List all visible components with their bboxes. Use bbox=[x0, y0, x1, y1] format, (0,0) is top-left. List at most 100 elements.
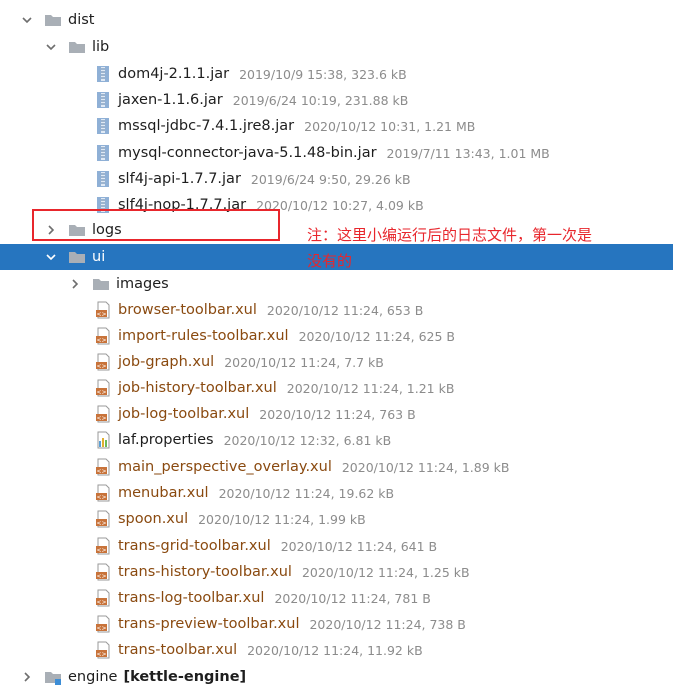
file-meta: 2019/10/9 15:38, 323.6 kB bbox=[239, 66, 407, 82]
tree-item-label: ui bbox=[92, 249, 106, 265]
file-meta: 2020/10/12 10:31, 1.21 MB bbox=[304, 118, 476, 134]
folder-icon bbox=[92, 275, 110, 293]
svg-text:<>: <> bbox=[96, 494, 106, 501]
file-meta: 2020/10/12 11:24, 653 B bbox=[266, 302, 424, 318]
tree-row-images[interactable]: images bbox=[0, 271, 673, 297]
tree-row-job-history-toolbar-xul[interactable]: <> job-history-toolbar.xul 2020/10/12 11:2… bbox=[0, 375, 673, 401]
svg-text:<>: <> bbox=[96, 520, 106, 527]
xul-icon: <> bbox=[94, 615, 112, 633]
chevron-down-icon[interactable] bbox=[20, 13, 34, 27]
chevron-down-icon[interactable] bbox=[44, 250, 58, 264]
tree-item-label: lib bbox=[92, 39, 110, 55]
svg-text:<>: <> bbox=[96, 311, 106, 318]
xul-icon: <> bbox=[94, 379, 112, 397]
svg-text:<>: <> bbox=[96, 415, 106, 422]
tree-row-menubar-xul[interactable]: <> menubar.xul 2020/10/12 11:24, 19.62 kB bbox=[0, 480, 673, 506]
xul-icon: <> bbox=[94, 563, 112, 581]
file-meta: 2020/10/12 11:24, 781 B bbox=[274, 590, 431, 606]
tree-row-mysql-connector-java-5-1-48-bin-jar[interactable]: mysql-connector-java-5.1.48-bin.jar 2019/… bbox=[0, 140, 673, 166]
tree-item-label: spoon.xul bbox=[118, 511, 189, 527]
xul-icon: <> bbox=[94, 641, 112, 659]
tree-row-engine[interactable]: engine [kettle-engine] bbox=[0, 664, 673, 690]
file-meta: 2019/6/24 10:19, 231.88 kB bbox=[232, 92, 409, 108]
tree-item-label: laf.properties bbox=[118, 432, 214, 448]
file-meta: 2020/10/12 11:24, 641 B bbox=[280, 538, 438, 554]
folder-icon bbox=[68, 38, 86, 56]
tree-row-dist[interactable]: dist bbox=[0, 7, 673, 33]
folder-icon bbox=[68, 248, 86, 266]
file-meta: 2020/10/12 10:27, 4.09 kB bbox=[256, 197, 424, 213]
tree-row-lib[interactable]: lib bbox=[0, 34, 673, 60]
annotation-line-2: 没有的 bbox=[307, 252, 353, 270]
tree-item-label: trans-toolbar.xul bbox=[118, 642, 238, 658]
tree-row-spoon-xul[interactable]: <> spoon.xul 2020/10/12 11:24, 1.99 kB bbox=[0, 506, 673, 532]
module-name-label: [kettle-engine] bbox=[123, 669, 247, 685]
tree-row-trans-toolbar-xul[interactable]: <> trans-toolbar.xul 2020/10/12 11:24, 11.… bbox=[0, 637, 673, 663]
tree-item-label: dom4j-2.1.1.jar bbox=[118, 66, 230, 82]
jar-icon bbox=[94, 117, 112, 135]
file-meta: 2020/10/12 11:24, 19.62 kB bbox=[218, 485, 395, 501]
tree-item-label: trans-log-toolbar.xul bbox=[118, 590, 265, 606]
xul-icon: <> bbox=[94, 537, 112, 555]
tree-row-jaxen-1-1-6-jar[interactable]: jaxen-1.1.6.jar 2019/6/24 10:19, 231.88 k… bbox=[0, 87, 673, 113]
jar-icon bbox=[94, 170, 112, 188]
tree-item-label: trans-preview-toolbar.xul bbox=[118, 616, 300, 632]
svg-text:<>: <> bbox=[96, 573, 106, 580]
svg-text:<>: <> bbox=[96, 651, 106, 658]
jar-icon bbox=[94, 65, 112, 83]
jar-icon bbox=[94, 144, 112, 162]
chevron-right-icon[interactable] bbox=[20, 670, 34, 684]
tree-item-label: job-log-toolbar.xul bbox=[118, 406, 250, 422]
xul-icon: <> bbox=[94, 301, 112, 319]
tree-item-label: job-graph.xul bbox=[118, 354, 215, 370]
svg-text:<>: <> bbox=[96, 389, 106, 396]
module-icon bbox=[44, 668, 62, 686]
tree-item-label: mssql-jdbc-7.4.1.jre8.jar bbox=[118, 118, 295, 134]
tree-item-label: dist bbox=[68, 12, 95, 28]
tree-item-label: mysql-connector-java-5.1.48-bin.jar bbox=[118, 145, 377, 161]
tree-row-mssql-jdbc-7-4-1-jre8-jar[interactable]: mssql-jdbc-7.4.1.jre8.jar 2020/10/12 10:3… bbox=[0, 113, 673, 139]
tree-row-browser-toolbar-xul[interactable]: <> browser-toolbar.xul 2020/10/12 11:24, 6… bbox=[0, 297, 673, 323]
file-meta: 2020/10/12 11:24, 625 B bbox=[298, 328, 455, 344]
tree-item-label: menubar.xul bbox=[118, 485, 209, 501]
highlight-box bbox=[32, 209, 280, 241]
file-meta: 2020/10/12 11:24, 1.21 kB bbox=[286, 380, 455, 396]
file-meta: 2020/10/12 11:24, 763 B bbox=[259, 406, 416, 422]
tree-row-laf-properties[interactable]: laf.properties 2020/10/12 12:32, 6.81 kB bbox=[0, 427, 673, 453]
tree-item-label: trans-history-toolbar.xul bbox=[118, 564, 292, 580]
tree-row-job-graph-xul[interactable]: <> job-graph.xul 2020/10/12 11:24, 7.7 kB bbox=[0, 349, 673, 375]
tree-row-trans-preview-toolbar-xul[interactable]: <> trans-preview-toolbar.xul 2020/10/12 11… bbox=[0, 611, 673, 637]
xul-icon: <> bbox=[94, 353, 112, 371]
xul-icon: <> bbox=[94, 510, 112, 528]
xul-icon: <> bbox=[94, 458, 112, 476]
svg-text:<>: <> bbox=[96, 547, 106, 554]
tree-row-trans-grid-toolbar-xul[interactable]: <> trans-grid-toolbar.xul 2020/10/12 11:24… bbox=[0, 533, 673, 559]
tree-row-job-log-toolbar-xul[interactable]: <> job-log-toolbar.xul 2020/10/12 11:24, 7… bbox=[0, 401, 673, 427]
xul-icon: <> bbox=[94, 484, 112, 502]
chevron-right-icon[interactable] bbox=[68, 277, 82, 291]
file-meta: 2020/10/12 11:24, 1.25 kB bbox=[301, 564, 470, 580]
tree-item-label: engine bbox=[68, 669, 118, 685]
jar-icon bbox=[94, 91, 112, 109]
xul-icon: <> bbox=[94, 589, 112, 607]
tree-item-label: images bbox=[116, 276, 169, 292]
tree-row-trans-log-toolbar-xul[interactable]: <> trans-log-toolbar.xul 2020/10/12 11:24,… bbox=[0, 585, 673, 611]
folder-icon bbox=[44, 11, 62, 29]
tree-row-main-perspective-overlay-xul[interactable]: <> main_perspective_overlay.xul 2020/10/12… bbox=[0, 454, 673, 480]
tree-row-slf4j-api-1-7-7-jar[interactable]: slf4j-api-1.7.7.jar 2019/6/24 9:50, 29.26… bbox=[0, 166, 673, 192]
tree-item-label: main_perspective_overlay.xul bbox=[118, 459, 332, 475]
svg-text:<>: <> bbox=[96, 468, 106, 475]
svg-text:<>: <> bbox=[96, 363, 106, 370]
tree-item-label: trans-grid-toolbar.xul bbox=[118, 538, 271, 554]
chevron-down-icon[interactable] bbox=[44, 40, 58, 54]
tree-item-label: jaxen-1.1.6.jar bbox=[118, 92, 223, 108]
tree-row-dom4j-2-1-1-jar[interactable]: dom4j-2.1.1.jar 2019/10/9 15:38, 323.6 kB bbox=[0, 61, 673, 87]
tree-row-trans-history-toolbar-xul[interactable]: <> trans-history-toolbar.xul 2020/10/12 11… bbox=[0, 559, 673, 585]
file-meta: 2019/6/24 9:50, 29.26 kB bbox=[250, 171, 411, 187]
file-meta: 2020/10/12 11:24, 738 B bbox=[309, 616, 466, 632]
tree-row-import-rules-toolbar-xul[interactable]: <> import-rules-toolbar.xul 2020/10/12 11:… bbox=[0, 323, 673, 349]
xul-icon: <> bbox=[94, 327, 112, 345]
annotation-text: 注：这里小编运行后的日志文件，第一次是 没有的 bbox=[307, 222, 667, 274]
props-icon bbox=[94, 431, 112, 449]
file-meta: 2020/10/12 11:24, 11.92 kB bbox=[247, 642, 423, 658]
